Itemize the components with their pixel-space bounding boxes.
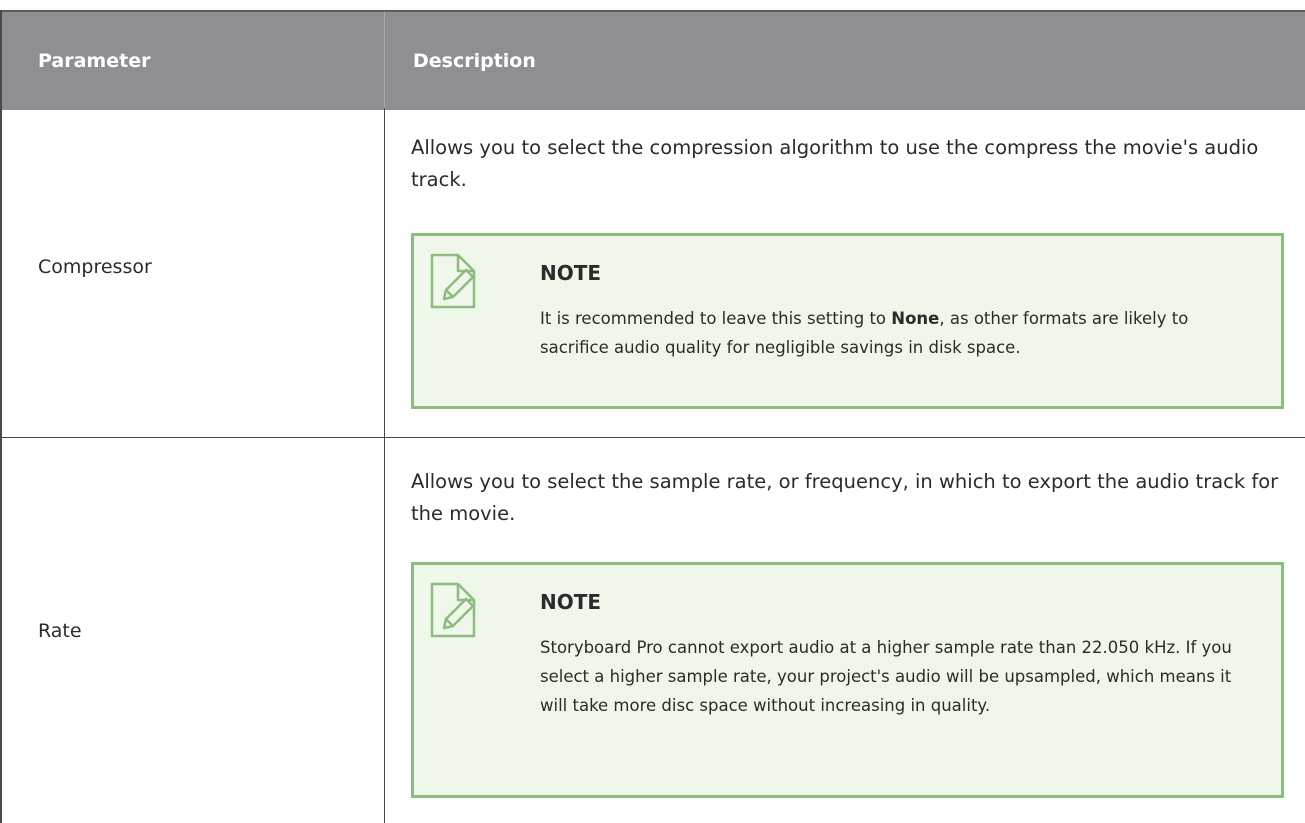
description-compressor: Allows you to select the compression alg… — [411, 136, 1259, 191]
table-header: Parameter Description — [0, 10, 1305, 110]
note-body: It is recommended to leave this setting … — [540, 304, 1240, 362]
note-body-text: It is recommended to leave this setting … — [540, 309, 892, 328]
row-divider — [0, 437, 1305, 438]
note-title: NOTE — [540, 590, 602, 614]
description-rate: Allows you to select the sample rate, or… — [411, 470, 1279, 525]
header-column-divider — [384, 12, 385, 108]
header-description: Description — [413, 50, 536, 72]
note-pencil-icon — [430, 582, 476, 638]
note-body-bold: None — [891, 309, 940, 328]
note-box-compressor: NOTE It is recommended to leave this set… — [411, 233, 1284, 409]
column-divider — [384, 108, 385, 823]
parameter-rate: Rate — [38, 620, 82, 642]
parameter-compressor: Compressor — [38, 256, 152, 278]
header-parameter: Parameter — [38, 50, 151, 72]
note-title: NOTE — [540, 261, 602, 285]
table-left-border — [0, 10, 2, 823]
note-box-rate: NOTE Storyboard Pro cannot export audio … — [411, 562, 1284, 798]
parameter-table: Parameter Description Compressor Allows … — [0, 0, 1305, 823]
note-body: Storyboard Pro cannot export audio at a … — [540, 638, 1232, 715]
note-pencil-icon — [430, 253, 476, 309]
